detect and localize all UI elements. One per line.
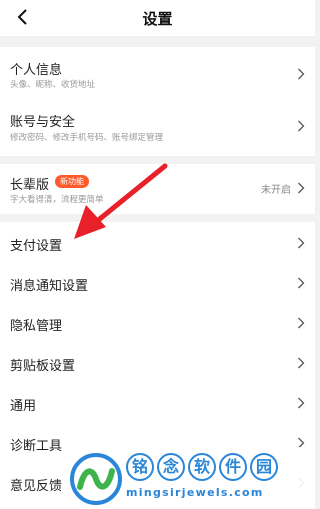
payment-settings-title: 支付设置 [10, 239, 63, 254]
top-bar: 设置 [0, 0, 315, 36]
privacy-management-title: 隐私管理 [10, 319, 63, 334]
payment-settings-row[interactable]: 支付设置 [0, 222, 315, 262]
chevron-right-icon [298, 397, 305, 409]
elder-mode-title: 长辈版 [10, 178, 50, 193]
watermark-char: 件 [219, 453, 247, 481]
general-title: 通用 [10, 399, 37, 414]
elder-mode-status: 未开启 [261, 185, 291, 196]
notification-settings-title: 消息通知设置 [10, 279, 89, 294]
clipboard-settings-title: 剪贴板设置 [10, 359, 76, 374]
personal-info-subtitle: 头像、昵称、收货地址 [10, 80, 96, 90]
watermark: 铭 念 软 件 园 mingsirjewels.com [62, 447, 315, 509]
watermark-char: 铭 [126, 453, 154, 481]
chevron-right-icon [298, 357, 305, 369]
chevron-right-icon [298, 277, 305, 289]
chevron-right-icon [298, 68, 305, 80]
chevron-right-icon [298, 237, 305, 249]
notification-settings-row[interactable]: 消息通知设置 [0, 262, 315, 302]
watermark-char: 软 [188, 453, 216, 481]
feedback-title: 意见反馈 [10, 479, 63, 494]
watermark-char: 念 [157, 453, 185, 481]
page-title: 设置 [142, 10, 173, 28]
chevron-right-icon [298, 317, 305, 329]
watermark-brand: 铭 念 软 件 园 [126, 453, 278, 481]
new-feature-badge: 新功能 [55, 175, 89, 188]
elder-mode-row[interactable]: 长辈版 新功能 字大看得清，流程更简单 未开启 [0, 164, 315, 214]
watermark-logo [70, 453, 122, 505]
elder-group: 长辈版 新功能 字大看得清，流程更简单 未开启 [0, 164, 315, 214]
account-security-title: 账号与安全 [10, 115, 76, 130]
clipboard-settings-row[interactable]: 剪贴板设置 [0, 342, 315, 382]
watermark-url: mingsirjewels.com [126, 486, 264, 499]
account-group: 个人信息 头像、昵称、收货地址 账号与安全 修改密码、修改手机号码、账号绑定管理 [0, 47, 315, 156]
account-security-row[interactable]: 账号与安全 修改密码、修改手机号码、账号绑定管理 [0, 101, 315, 156]
chevron-right-icon [298, 120, 305, 132]
chevron-right-icon [298, 182, 305, 194]
personal-info-title: 个人信息 [10, 63, 63, 78]
account-security-subtitle: 修改密码、修改手机号码、账号绑定管理 [10, 133, 164, 143]
diagnostic-tools-title: 诊断工具 [10, 439, 63, 454]
privacy-management-row[interactable]: 隐私管理 [0, 302, 315, 342]
general-row[interactable]: 通用 [0, 382, 315, 422]
elder-mode-subtitle: 字大看得清，流程更简单 [10, 195, 104, 205]
personal-info-row[interactable]: 个人信息 头像、昵称、收货地址 [0, 47, 315, 101]
watermark-char: 园 [250, 453, 278, 481]
